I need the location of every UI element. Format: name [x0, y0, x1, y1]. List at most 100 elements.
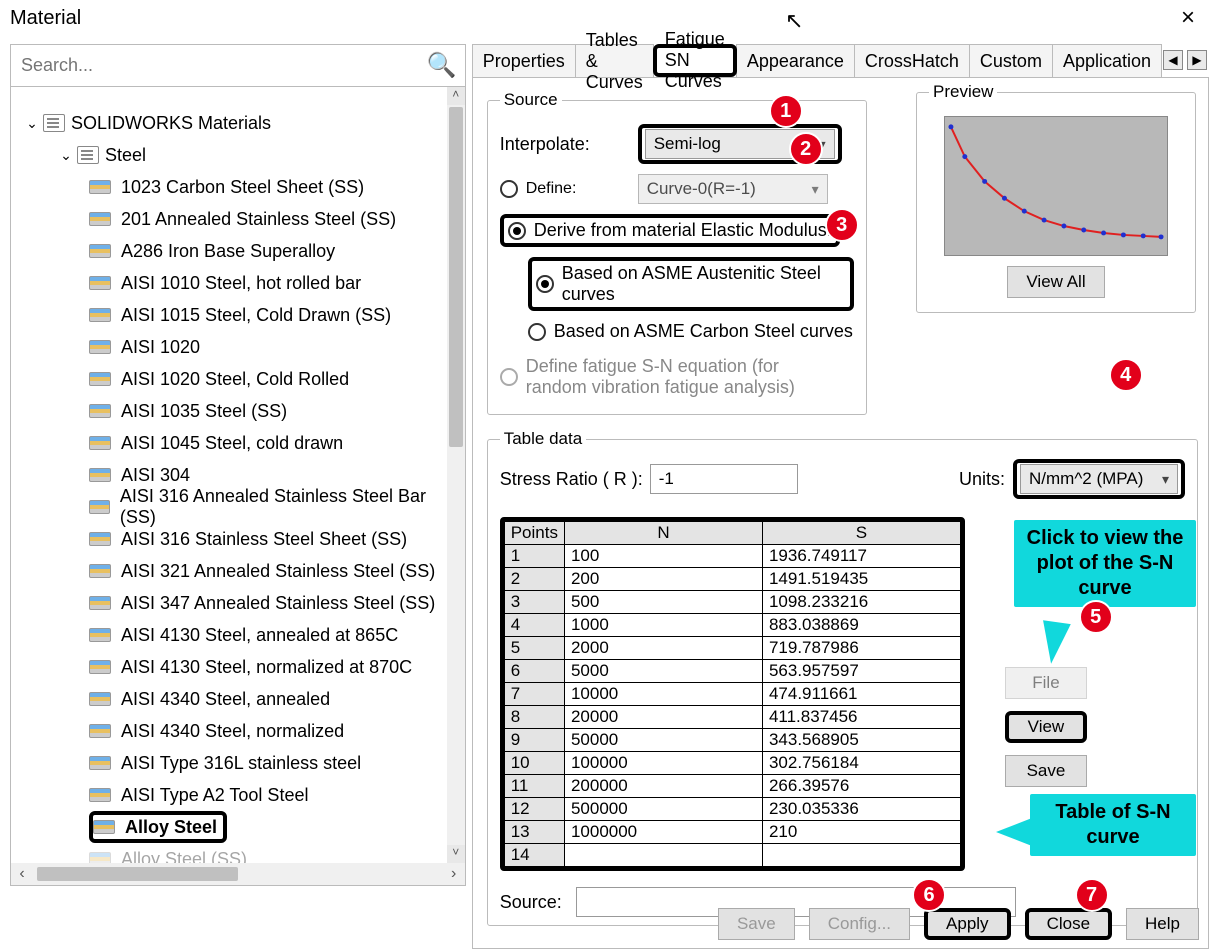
material-item[interactable]: AISI 1020 Steel, Cold Rolled	[89, 363, 447, 395]
units-dropdown[interactable]: N/mm^2 (MPA)	[1020, 464, 1178, 494]
table-row[interactable]: 710000474.911661	[504, 683, 960, 706]
table-row[interactable]: 820000411.837456	[504, 706, 960, 729]
scroll-down-icon[interactable]: ˅	[447, 845, 465, 863]
tree-root[interactable]: ⌄ SOLIDWORKS Materials	[15, 107, 447, 139]
search-input[interactable]	[19, 54, 427, 77]
sn-data-table[interactable]: Points N S 11001936.74911722001491.51943…	[500, 517, 965, 871]
cell-s[interactable]: 302.756184	[762, 752, 960, 775]
tab-fatigue-sn-curves[interactable]: Fatigue SN Curves	[653, 44, 737, 77]
material-item[interactable]: AISI 1035 Steel (SS)	[89, 395, 447, 427]
carbon-radio[interactable]	[528, 323, 546, 341]
tab-crosshatch[interactable]: CrossHatch	[854, 44, 970, 77]
cell-s[interactable]: 719.787986	[762, 637, 960, 660]
material-item-selected[interactable]: Alloy Steel	[89, 811, 227, 843]
cell-s[interactable]: 266.39576	[762, 775, 960, 798]
cell-s[interactable]: 883.038869	[762, 614, 960, 637]
cell-s[interactable]: 411.837456	[762, 706, 960, 729]
table-row[interactable]: 35001098.233216	[504, 591, 960, 614]
material-item[interactable]: AISI 1020	[89, 331, 447, 363]
material-item[interactable]: AISI 1010 Steel, hot rolled bar	[89, 267, 447, 299]
cell-s[interactable]: 343.568905	[762, 729, 960, 752]
material-item[interactable]: AISI 1045 Steel, cold drawn	[89, 427, 447, 459]
cell-s[interactable]: 230.035336	[762, 798, 960, 821]
search-icon[interactable]: 🔍	[427, 51, 457, 80]
tree-folder[interactable]: ⌄ Steel	[15, 139, 447, 171]
cell-n[interactable]: 20000	[564, 706, 762, 729]
austenitic-radio[interactable]	[536, 275, 554, 293]
save-button[interactable]: Save	[718, 908, 795, 940]
material-item[interactable]: AISI 1015 Steel, Cold Drawn (SS)	[89, 299, 447, 331]
material-item[interactable]: AISI Type 316L stainless steel	[89, 747, 447, 779]
cell-s[interactable]: 210	[762, 821, 960, 844]
cell-n[interactable]: 100	[564, 545, 762, 568]
cell-s[interactable]	[762, 844, 960, 867]
save-table-button[interactable]: Save	[1005, 755, 1087, 787]
cell-n[interactable]: 500000	[564, 798, 762, 821]
tab-scroll-left[interactable]: ◀	[1163, 50, 1183, 70]
table-row[interactable]: 12500000230.035336	[504, 798, 960, 821]
cell-n[interactable]: 1000	[564, 614, 762, 637]
table-row[interactable]: 52000719.787986	[504, 637, 960, 660]
tab-tables-curves[interactable]: Tables & Curves	[575, 44, 654, 77]
cell-s[interactable]: 474.911661	[762, 683, 960, 706]
cell-n[interactable]: 200	[564, 568, 762, 591]
cell-n[interactable]: 1000000	[564, 821, 762, 844]
cell-n[interactable]: 500	[564, 591, 762, 614]
scroll-right-icon[interactable]: ›	[443, 865, 465, 883]
tab-custom[interactable]: Custom	[969, 44, 1053, 77]
cell-s[interactable]: 1491.519435	[762, 568, 960, 591]
table-row[interactable]: 65000563.957597	[504, 660, 960, 683]
material-item[interactable]: AISI 316 Annealed Stainless Steel Bar (S…	[89, 491, 447, 523]
table-row[interactable]: 22001491.519435	[504, 568, 960, 591]
cell-s[interactable]: 1936.749117	[762, 545, 960, 568]
table-row[interactable]: 11001936.749117	[504, 545, 960, 568]
close-button[interactable]: Close	[1025, 908, 1112, 940]
tab-scroll-right[interactable]: ▶	[1187, 50, 1207, 70]
help-button[interactable]: Help	[1126, 908, 1199, 940]
cell-n[interactable]	[564, 844, 762, 867]
file-button[interactable]: File	[1005, 667, 1087, 699]
table-row[interactable]: 11200000266.39576	[504, 775, 960, 798]
material-item[interactable]: 1023 Carbon Steel Sheet (SS)	[89, 171, 447, 203]
material-item[interactable]: AISI 4340 Steel, annealed	[89, 683, 447, 715]
cell-n[interactable]: 2000	[564, 637, 762, 660]
material-item[interactable]: AISI 4130 Steel, annealed at 865C	[89, 619, 447, 651]
scrollbar-thumb[interactable]	[37, 867, 238, 881]
chevron-down-icon[interactable]: ⌄	[25, 115, 39, 132]
cell-n[interactable]: 50000	[564, 729, 762, 752]
table-row[interactable]: 950000343.568905	[504, 729, 960, 752]
derive-radio[interactable]	[508, 222, 526, 240]
material-item[interactable]: AISI 347 Annealed Stainless Steel (SS)	[89, 587, 447, 619]
cell-s[interactable]: 1098.233216	[762, 591, 960, 614]
apply-button[interactable]: Apply	[924, 908, 1011, 940]
scroll-up-icon[interactable]: ˄	[447, 87, 465, 105]
tab-properties[interactable]: Properties	[472, 44, 576, 77]
vertical-scrollbar[interactable]: ˄ ˅	[447, 87, 465, 863]
stress-ratio-input[interactable]	[650, 464, 798, 494]
table-row[interactable]: 10100000302.756184	[504, 752, 960, 775]
material-item[interactable]: AISI 316 Stainless Steel Sheet (SS)	[89, 523, 447, 555]
material-item[interactable]: AISI 321 Annealed Stainless Steel (SS)	[89, 555, 447, 587]
config-button[interactable]: Config...	[809, 908, 910, 940]
tab-appearance[interactable]: Appearance	[736, 44, 855, 77]
material-item[interactable]: AISI 4130 Steel, normalized at 870C	[89, 651, 447, 683]
table-row[interactable]: 14	[504, 844, 960, 867]
define-radio[interactable]	[500, 180, 518, 198]
cell-n[interactable]: 200000	[564, 775, 762, 798]
cell-s[interactable]: 563.957597	[762, 660, 960, 683]
material-item[interactable]: AISI Type A2 Tool Steel	[89, 779, 447, 811]
horizontal-scrollbar[interactable]: ‹ ›	[11, 863, 465, 885]
chevron-down-icon[interactable]: ⌄	[59, 147, 73, 164]
material-item[interactable]: AISI 4340 Steel, normalized	[89, 715, 447, 747]
table-row[interactable]: 41000883.038869	[504, 614, 960, 637]
tab-application[interactable]: Application	[1052, 44, 1162, 77]
view-button[interactable]: View	[1005, 711, 1087, 743]
view-all-button[interactable]: View All	[1007, 266, 1104, 298]
table-row[interactable]: 131000000210	[504, 821, 960, 844]
cell-n[interactable]: 10000	[564, 683, 762, 706]
cell-n[interactable]: 100000	[564, 752, 762, 775]
cell-n[interactable]: 5000	[564, 660, 762, 683]
material-item[interactable]: Alloy Steel (SS)	[89, 843, 447, 863]
scrollbar-thumb[interactable]	[449, 107, 463, 447]
close-icon[interactable]: ×	[1173, 4, 1203, 32]
